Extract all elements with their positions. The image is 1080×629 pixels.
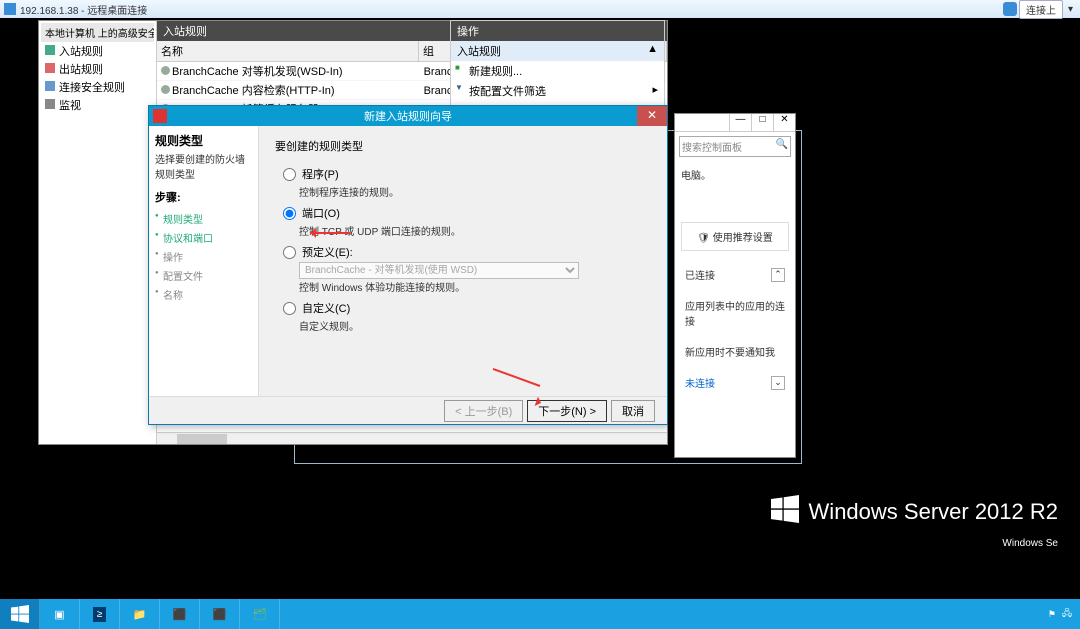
option-predefined[interactable]: 预定义(E): (283, 244, 651, 260)
step-name[interactable]: 名称 (155, 285, 252, 304)
settings-text-1: 应用列表中的应用的连接 (685, 298, 785, 328)
minimize-button[interactable]: — (729, 114, 751, 131)
actions-header: 操作 (451, 21, 664, 41)
start-button[interactable] (0, 599, 40, 629)
settings-panel: — □ ✕ 搜索控制面板🔍 电脑。 🛡 使用推荐设置 已连接⌃ 应用列表中的应用… (674, 113, 796, 458)
close-button[interactable]: ✕ (637, 106, 667, 126)
watermark-sub: Windows Se (1002, 538, 1058, 549)
wizard-sidebar: 规则类型 选择要创建的防火墙规则类型 步骤: 规则类型 协议和端口 操作 配置文… (149, 126, 259, 396)
tree-connection-security[interactable]: 连接安全规则 (41, 78, 154, 96)
taskbar-explorer[interactable]: 📁 (120, 599, 160, 629)
taskbar-server-manager[interactable]: ▣ (40, 599, 80, 629)
next-button[interactable]: 下一步(N) > (527, 400, 607, 422)
rdp-title: 192.168.1.38 - 远程桌面连接 (20, 2, 1003, 17)
tray-flag-icon[interactable]: ⚑ (1048, 609, 1056, 620)
steps-header: 步骤: (155, 189, 252, 205)
wizard-title: 新建入站规则向导 (364, 108, 452, 124)
rdp-icon (4, 3, 16, 15)
option-custom-desc: 自定义规则。 (299, 318, 651, 333)
status-connected: 已连接⌃ (685, 267, 785, 282)
close-button[interactable]: ✕ (773, 114, 795, 131)
settings-text-2: 新应用时不要通知我 (685, 344, 785, 359)
tree-root[interactable]: 本地计算机 上的高级安全 Win (41, 23, 154, 42)
taskbar-app-3[interactable]: 🗂 (240, 599, 280, 629)
taskbar-app-1[interactable]: ⬛ (160, 599, 200, 629)
radio-predefined[interactable] (283, 246, 296, 259)
expand-icon[interactable]: ⌄ (771, 376, 785, 390)
option-program[interactable]: 程序(P) (283, 166, 651, 182)
wizard-question: 要创建的规则类型 (275, 138, 651, 154)
radio-custom[interactable] (283, 302, 296, 315)
taskbar: ▣ ≥ 📁 ⬛ ⬛ 🗂 ⚑ 🖧 (0, 599, 1080, 629)
windows-logo-icon (771, 495, 799, 529)
wizard-main: 要创建的规则类型 程序(P) 控制程序连接的规则。 端口(O) 控制 TCP 或… (259, 126, 667, 396)
tray-network-icon[interactable]: 🖧 (1062, 606, 1072, 622)
option-port[interactable]: 端口(O) (283, 205, 651, 221)
wizard-titlebar: 新建入站规则向导 ✕ (149, 106, 667, 126)
cancel-button[interactable]: 取消 (611, 400, 655, 422)
taskbar-app-2[interactable]: ⬛ (200, 599, 240, 629)
horizontal-scrollbar[interactable] (157, 432, 667, 444)
rdp-dropdown-icon[interactable]: ▾ (1065, 4, 1076, 15)
collapse-icon[interactable]: ▲ (647, 43, 658, 59)
watermark-text: Windows Server 2012 R2 (809, 499, 1058, 525)
tree-inbound-rules[interactable]: 入站规则 (41, 42, 154, 60)
recommended-settings-button[interactable]: 🛡 使用推荐设置 (681, 222, 789, 251)
wizard-desc: 选择要创建的防火墙规则类型 (155, 151, 252, 181)
wizard-heading: 规则类型 (155, 132, 252, 149)
watermark: Windows Server 2012 R2 (771, 495, 1058, 529)
radio-port[interactable] (283, 207, 296, 220)
step-action[interactable]: 操作 (155, 247, 252, 266)
step-profile[interactable]: 配置文件 (155, 266, 252, 285)
status-not-connected: 未连接⌄ (685, 375, 785, 390)
firewall-tree: 本地计算机 上的高级安全 Win 入站规则 出站规则 连接安全规则 监视 (39, 21, 157, 444)
action-filter-profile[interactable]: 按配置文件筛选▸ (451, 81, 664, 101)
tree-monitoring[interactable]: 监视 (41, 96, 154, 114)
action-new-rule[interactable]: 新建规则... (451, 61, 664, 81)
tree-outbound-rules[interactable]: 出站规则 (41, 60, 154, 78)
connection-status[interactable]: 连接上 (1019, 0, 1063, 19)
option-custom[interactable]: 自定义(C) (283, 300, 651, 316)
taskbar-powershell[interactable]: ≥ (80, 599, 120, 629)
option-port-desc: 控制 TCP 或 UDP 端口连接的规则。 (299, 223, 651, 238)
back-button: < 上一步(B) (444, 400, 523, 422)
cloud-icon[interactable] (1003, 2, 1017, 16)
search-control-panel[interactable]: 搜索控制面板🔍 (679, 136, 791, 157)
step-protocol-port[interactable]: 协议和端口 (155, 228, 252, 247)
maximize-button[interactable]: □ (751, 114, 773, 131)
rdp-titlebar: 192.168.1.38 - 远程桌面连接 连接上 ▾ (0, 0, 1080, 18)
col-name[interactable]: 名称 (157, 41, 419, 61)
settings-text-top: 电脑。 (681, 167, 789, 182)
predefined-select: BranchCache - 对等机发现(使用 WSD) (299, 262, 579, 279)
radio-program[interactable] (283, 168, 296, 181)
step-rule-type[interactable]: 规则类型 (155, 209, 252, 228)
settings-titlebar: — □ ✕ (675, 114, 795, 132)
wizard-icon (153, 109, 167, 123)
actions-subheader: 入站规则▲ (451, 41, 664, 61)
taskbar-tray[interactable]: ⚑ 🖧 (1048, 606, 1080, 622)
wizard-footer: < 上一步(B) 下一步(N) > 取消 (149, 396, 667, 424)
option-predefined-desc: 控制 Windows 体验功能连接的规则。 (299, 279, 651, 294)
search-icon: 🔍 (776, 139, 788, 154)
option-program-desc: 控制程序连接的规则。 (299, 184, 651, 199)
expand-icon[interactable]: ⌃ (771, 268, 785, 282)
new-rule-wizard: 新建入站规则向导 ✕ 规则类型 选择要创建的防火墙规则类型 步骤: 规则类型 协… (148, 105, 668, 425)
